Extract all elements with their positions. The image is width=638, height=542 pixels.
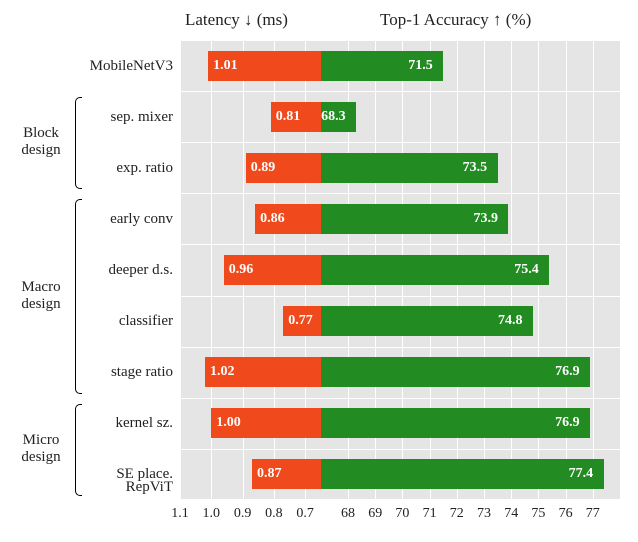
chart-row: 0.86 73.9 [180, 204, 620, 234]
group-bracket [75, 97, 82, 189]
chart-row: 1.01 71.5 [180, 51, 620, 81]
accuracy-tick: 75 [531, 506, 545, 522]
latency-value: 0.86 [260, 204, 285, 234]
gridline [180, 91, 620, 92]
accuracy-value: 71.5 [408, 51, 433, 81]
gridline [180, 449, 620, 450]
gridline [180, 40, 620, 41]
latency-tick: 0.9 [234, 506, 252, 522]
gridline [180, 347, 620, 348]
accuracy-tick: 69 [368, 506, 382, 522]
latency-value: 0.96 [229, 255, 254, 285]
latency-tick: 0.7 [296, 506, 314, 522]
accuracy-tick: 71 [423, 506, 437, 522]
accuracy-header: Top-1 Accuracy ↑ (%) [380, 10, 531, 30]
latency-value: 0.81 [276, 102, 301, 132]
accuracy-bar [321, 408, 590, 438]
chart-row: 1.02 76.9 [180, 357, 620, 387]
latency-header: Latency ↓ (ms) [185, 10, 288, 30]
latency-value: 1.01 [213, 51, 238, 81]
row-label: stage ratio [111, 357, 173, 387]
chart-row: 0.89 73.5 [180, 153, 620, 183]
latency-value: 0.77 [288, 306, 313, 336]
accuracy-tick: 77 [586, 506, 600, 522]
accuracy-value: 76.9 [555, 357, 580, 387]
latency-tick: 1.1 [171, 506, 189, 522]
row-label: classifier [119, 306, 173, 336]
group-bracket [75, 199, 82, 393]
accuracy-tick: 73 [477, 506, 491, 522]
gridline [180, 499, 620, 500]
accuracy-tick: 70 [395, 506, 409, 522]
row-label: early conv [110, 204, 173, 234]
accuracy-tick: 76 [559, 506, 573, 522]
accuracy-value: 73.9 [473, 204, 498, 234]
latency-value: 1.02 [210, 357, 235, 387]
chart-row: 0.96 75.4 [180, 255, 620, 285]
row-label: MobileNetV3 [90, 51, 173, 81]
latency-tick: 0.8 [265, 506, 283, 522]
group-label: Blockdesign [10, 125, 72, 160]
row-label: SE place. [116, 459, 173, 489]
accuracy-value: 68.3 [321, 102, 346, 132]
latency-tick: 1.0 [203, 506, 221, 522]
ablation-chart: Latency ↓ (ms) Top-1 Accuracy ↑ (%) 1.01… [0, 0, 638, 542]
accuracy-value: 76.9 [555, 408, 580, 438]
accuracy-bar [321, 357, 590, 387]
row-label: kernel sz. [116, 408, 173, 438]
group-label: Microdesign [10, 432, 72, 467]
accuracy-value: 77.4 [569, 459, 594, 489]
gridline [180, 398, 620, 399]
group-bracket [75, 404, 82, 496]
chart-row: 0.77 74.8 [180, 306, 620, 336]
gridline [180, 142, 620, 143]
accuracy-tick: 72 [450, 506, 464, 522]
accuracy-value: 74.8 [498, 306, 523, 336]
accuracy-value: 73.5 [463, 153, 488, 183]
accuracy-tick: 68 [341, 506, 355, 522]
accuracy-tick: 74 [504, 506, 518, 522]
row-label: sep. mixer [111, 102, 173, 132]
row-label: deeper d.s. [108, 255, 173, 285]
chart-row: 0.81 68.3 [180, 102, 620, 132]
accuracy-bar [321, 459, 604, 489]
latency-value: 0.87 [257, 459, 282, 489]
gridline [180, 296, 620, 297]
chart-row: 1.00 76.9 [180, 408, 620, 438]
chart-row: 0.87 77.4 [180, 459, 620, 489]
gridline [180, 193, 620, 194]
latency-value: 0.89 [251, 153, 276, 183]
plot-area: 1.01 71.5 0.81 68.3 0.89 73.5 0.86 73.9 0.96 75.4… [180, 40, 620, 500]
group-label: Macrodesign [10, 278, 72, 313]
latency-value: 1.00 [216, 408, 241, 438]
accuracy-value: 75.4 [514, 255, 539, 285]
row-label: exp. ratio [116, 153, 173, 183]
gridline [180, 244, 620, 245]
